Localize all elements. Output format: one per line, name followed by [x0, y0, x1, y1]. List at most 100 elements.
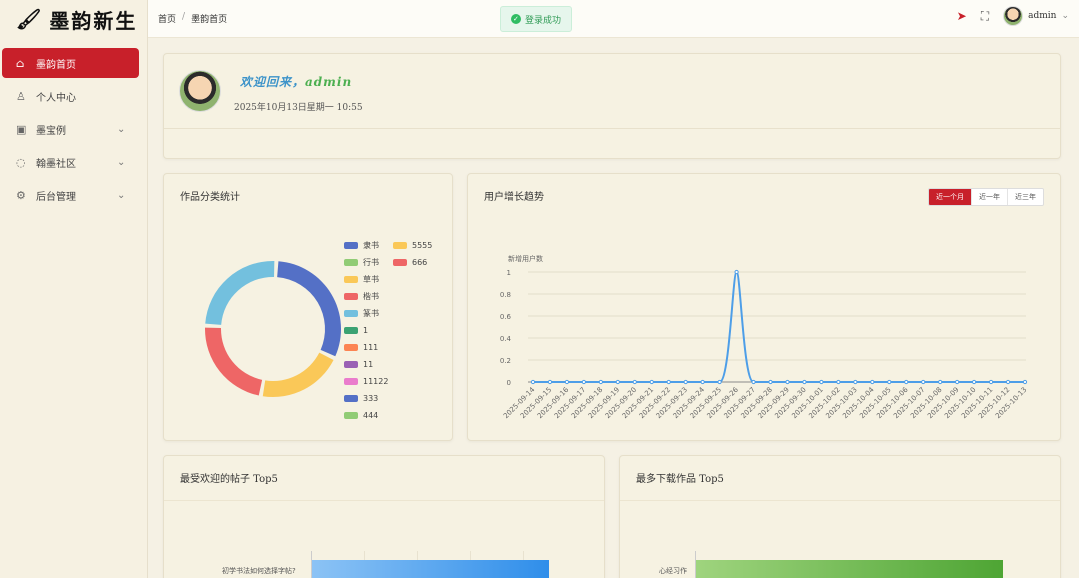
check-circle-icon: ✓	[510, 14, 521, 24]
legend-item[interactable]: 篆书	[344, 305, 388, 322]
sidebar-item-label: 墨韵首页	[36, 59, 76, 71]
legend-item[interactable]: 楷书	[344, 288, 388, 305]
y-tick-label: 1	[507, 269, 511, 277]
top-downloads-card: 最多下载作品 Top5 心经习作	[619, 455, 1061, 578]
chevron-down-icon: ⌄	[117, 189, 126, 201]
sidebar-item-community[interactable]: ◌ 翰墨社区 ⌄	[2, 147, 139, 177]
data-point[interactable]	[988, 379, 994, 385]
data-point[interactable]	[819, 379, 824, 385]
send-icon[interactable]: ➤	[957, 9, 967, 23]
data-point[interactable]	[853, 379, 858, 385]
legend-swatch	[344, 259, 358, 266]
top-posts-card: 最受欢迎的帖子 Top5 初学书法如何选择字帖?	[163, 455, 605, 578]
data-point[interactable]	[615, 379, 620, 385]
sidebar-item-home[interactable]: ⌂ 墨韵首页	[2, 48, 139, 78]
app-logo[interactable]: 🖌 墨韵新生	[0, 0, 147, 38]
legend-label: 11	[363, 360, 374, 369]
data-point[interactable]	[938, 379, 943, 385]
data-point[interactable]	[547, 379, 553, 385]
brush-icon: 🖌	[16, 7, 44, 31]
breadcrumb-item-current: 墨韵首页	[191, 15, 228, 25]
data-point[interactable]	[717, 379, 722, 385]
data-point[interactable]	[836, 379, 841, 385]
sidebar-item-gallery[interactable]: ▣ 墨宝例 ⌄	[2, 114, 139, 144]
data-point[interactable]	[683, 379, 688, 385]
user-trend-card: 用户增长趋势 近一个月 近一年 近三年 新增用户数 0 0.2 0.4 0.6 0.8 1 2…	[467, 173, 1061, 441]
legend-swatch	[344, 378, 358, 385]
legend-item[interactable]: 111	[344, 339, 388, 356]
logo-text: 墨韵新生	[49, 8, 138, 33]
data-point[interactable]	[768, 379, 773, 385]
legend-swatch	[393, 242, 407, 249]
data-point[interactable]	[581, 379, 586, 385]
legend-swatch	[344, 242, 358, 249]
image-icon: ▣	[16, 122, 27, 136]
data-point[interactable]	[649, 379, 654, 385]
data-point[interactable]	[1022, 379, 1028, 385]
sidebar-item-admin[interactable]: ⚙ 后台管理 ⌄	[2, 180, 139, 210]
divider	[620, 500, 1060, 501]
data-point[interactable]	[972, 379, 977, 385]
data-point[interactable]	[1005, 379, 1011, 385]
legend-label: 111	[363, 343, 379, 352]
legend-label: 行书	[363, 258, 379, 267]
pie-slice[interactable]	[262, 352, 334, 397]
sidebar: 🖌 墨韵新生 ⌂ 墨韵首页 ♙ 个人中心 ▣ 墨宝例 ⌄ ◌ 翰墨社区 ⌄ ⚙ …	[0, 0, 148, 578]
sidebar-item-profile[interactable]: ♙ 个人中心	[2, 81, 139, 111]
legend-item[interactable]: 11	[344, 356, 388, 373]
legend-label: 444	[363, 411, 379, 420]
data-point[interactable]	[564, 379, 570, 385]
data-point[interactable]	[751, 379, 756, 385]
avatar	[1003, 6, 1024, 26]
legend-item[interactable]: 草书	[344, 271, 388, 288]
data-point[interactable]	[955, 379, 960, 385]
fullscreen-icon[interactable]: ⛶	[981, 9, 989, 24]
pie-slice[interactable]	[277, 261, 341, 357]
pie-chart	[205, 261, 341, 397]
pie-slice[interactable]	[205, 261, 275, 325]
legend-item[interactable]: 1	[344, 322, 388, 339]
card-title: 最受欢迎的帖子 Top5	[180, 474, 278, 485]
legend-item[interactable]: 333	[344, 390, 388, 407]
data-point[interactable]	[887, 379, 892, 385]
legend-item[interactable]: 隶书	[344, 237, 388, 254]
pie-slice[interactable]	[205, 327, 263, 396]
bar[interactable]	[312, 560, 549, 578]
y-tick-label: 0.8	[500, 291, 511, 299]
data-point[interactable]	[666, 379, 671, 385]
y-axis-label: 新增用户数	[508, 254, 543, 263]
legend-swatch	[344, 327, 358, 334]
sidebar-item-label: 个人中心	[36, 92, 76, 104]
data-point[interactable]	[734, 269, 739, 275]
data-point[interactable]	[921, 379, 926, 385]
data-point[interactable]	[785, 379, 790, 385]
y-tick-label: 0.4	[500, 335, 512, 343]
data-point[interactable]	[904, 379, 909, 385]
breadcrumb-separator: /	[182, 12, 186, 22]
sidebar-item-label: 后台管理	[36, 191, 76, 203]
user-menu[interactable]: admin ⌄	[1003, 6, 1069, 26]
bar-label: 心经习作	[659, 567, 687, 575]
trend-line-chart: 新增用户数00.20.40.60.812025-09-142025-09-152…	[500, 254, 1029, 420]
y-tick-label: 0.2	[500, 357, 511, 365]
welcome-greeting: 欢迎回来，	[240, 75, 306, 89]
data-point[interactable]	[802, 379, 807, 385]
data-point[interactable]	[700, 379, 705, 385]
data-point[interactable]	[870, 379, 875, 385]
legend-item[interactable]: 11122	[344, 373, 388, 390]
legend-item[interactable]: 444	[344, 407, 388, 424]
data-point[interactable]	[598, 379, 603, 385]
top-header: 首页 / 墨韵首页 ✓ 登录成功 ➤ ⛶ admin ⌄	[148, 0, 1079, 38]
bar[interactable]	[696, 560, 1003, 578]
legend-item[interactable]: 行书	[344, 254, 388, 271]
data-point[interactable]	[632, 379, 637, 385]
data-point[interactable]	[530, 379, 536, 385]
legend-item[interactable]: 5555	[393, 237, 432, 254]
legend-label: 隶书	[363, 241, 379, 250]
legend-swatch	[344, 344, 358, 351]
divider	[164, 500, 604, 501]
legend-item[interactable]: 666	[393, 254, 432, 271]
breadcrumb: 首页 / 墨韵首页	[148, 12, 227, 25]
breadcrumb-item-home[interactable]: 首页	[158, 12, 176, 25]
legend-label: 666	[412, 258, 428, 267]
